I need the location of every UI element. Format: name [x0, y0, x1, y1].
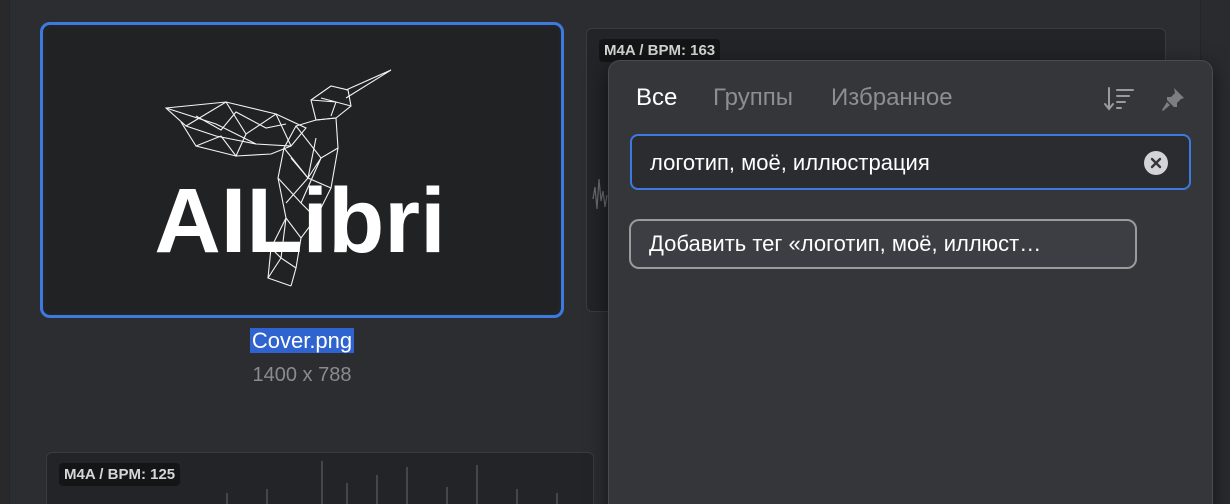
tab-favorites[interactable]: Избранное	[831, 83, 953, 113]
add-tag-button[interactable]: Добавить тег «логотип, моё, иллюст…	[629, 219, 1137, 269]
audio-format-badge: M4A / BPM: 163	[599, 39, 721, 62]
audio-card[interactable]: M4A / BPM: 125	[46, 452, 594, 504]
hummingbird-logo-illustration: AILibri	[154, 69, 446, 287]
clear-icon[interactable]	[1144, 151, 1168, 175]
pin-icon[interactable]	[1157, 85, 1189, 113]
tag-search-input[interactable]	[650, 148, 1130, 178]
tag-panel: Все Группы Избранное логотип, моё, иллюс…	[608, 60, 1213, 504]
file-name[interactable]: Cover.png	[0, 326, 604, 356]
sort-icon[interactable]	[1103, 85, 1135, 113]
image-preview: AILibri	[46, 28, 558, 312]
tab-groups[interactable]: Группы	[713, 83, 793, 113]
file-name-selection[interactable]: Cover.png	[249, 328, 355, 353]
image-dimensions: 1400 x 788	[252, 364, 352, 386]
left-gutter	[0, 0, 10, 504]
audio-format-badge: M4A / BPM: 125	[59, 463, 181, 486]
image-thumbnail-selected[interactable]: AILibri	[40, 22, 564, 318]
tag-search-field[interactable]	[630, 134, 1191, 190]
tab-all[interactable]: Все	[636, 83, 677, 113]
logo-text: AILibri	[154, 170, 445, 272]
